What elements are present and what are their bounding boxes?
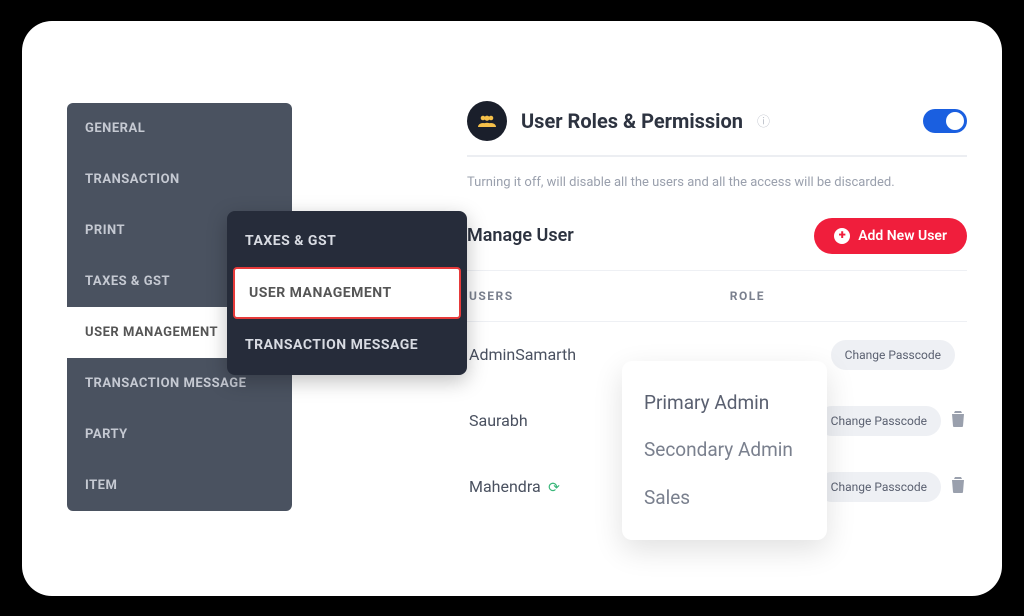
delete-icon[interactable] (951, 477, 965, 497)
manage-user-row: Manage User + Add New User (467, 218, 967, 271)
col-header-users: USERS (469, 289, 514, 303)
change-passcode-button[interactable]: Change Passcode (831, 340, 955, 370)
manage-user-title: Manage User (467, 225, 574, 246)
float-item-user-management[interactable]: USER MANAGEMENT (233, 267, 461, 319)
sync-icon: ⟳ (545, 480, 560, 496)
feature-hint-text: Turning it off, will disable all the use… (467, 175, 967, 190)
sidebar-item-item[interactable]: ITEM (67, 460, 292, 511)
user-name: Mahendra ⟳ (469, 477, 639, 496)
col-header-role: ROLE (730, 289, 765, 303)
plus-icon: + (834, 228, 850, 244)
float-item-transaction-message[interactable]: TRANSACTION MESSAGE (227, 319, 467, 371)
add-new-user-button[interactable]: + Add New User (814, 218, 967, 254)
page-title: User Roles & Permission (521, 109, 743, 133)
header-row: User Roles & Permission ⓘ (467, 101, 967, 157)
app-window: GENERAL TRANSACTION PRINT TAXES & GST US… (22, 21, 1002, 596)
sidebar-item-transaction[interactable]: TRANSACTION (67, 154, 292, 205)
role-option-secondary-admin[interactable]: Secondary Admin (644, 426, 805, 474)
sidebar-item-general[interactable]: GENERAL (67, 103, 292, 154)
role-option-primary-admin[interactable]: Primary Admin (644, 379, 805, 427)
feature-toggle[interactable] (923, 109, 967, 133)
role-dropdown-popover: Primary Admin Secondary Admin Sales (622, 361, 827, 540)
table-header-row: USERS ROLE (467, 285, 967, 322)
change-passcode-button[interactable]: Change Passcode (817, 406, 941, 436)
info-icon[interactable]: ⓘ (757, 111, 770, 130)
user-name: AdminSamarth (469, 345, 639, 364)
float-item-taxes-gst[interactable]: TAXES & GST (227, 215, 467, 267)
role-option-sales[interactable]: Sales (644, 474, 805, 522)
users-icon (467, 101, 507, 141)
delete-icon[interactable] (951, 411, 965, 431)
change-passcode-button[interactable]: Change Passcode (817, 472, 941, 502)
user-name: Saurabh (469, 411, 639, 430)
add-new-user-label: Add New User (858, 228, 947, 244)
sidebar-item-party[interactable]: PARTY (67, 409, 292, 460)
sidebar-float-menu: TAXES & GST USER MANAGEMENT TRANSACTION … (227, 211, 467, 375)
